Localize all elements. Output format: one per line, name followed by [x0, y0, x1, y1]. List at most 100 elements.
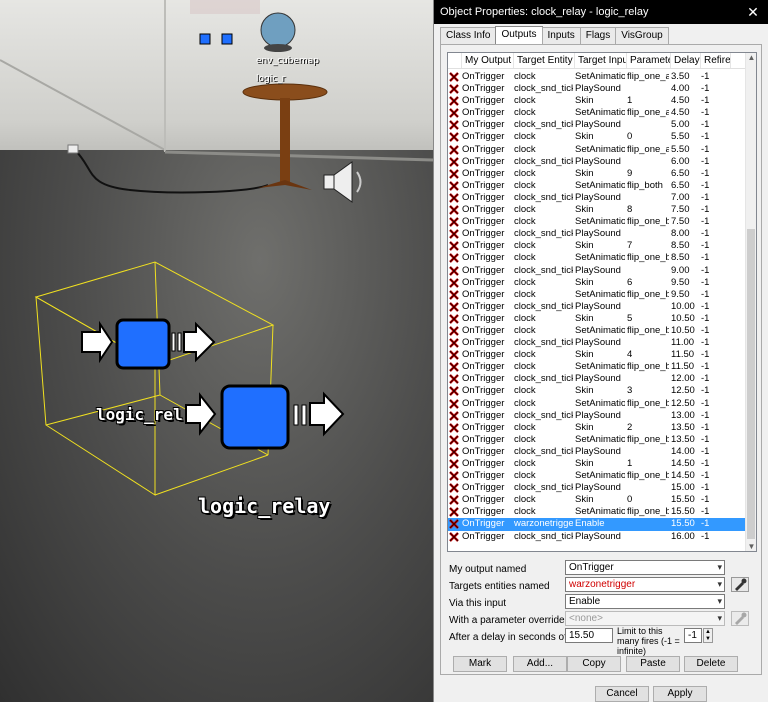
table-row[interactable]: OnTrigger clock_snd_tick PlaySound 13.00 -1: [448, 410, 746, 422]
table-row[interactable]: OnTrigger clock_snd_tick PlaySound 8.00 -1: [448, 228, 746, 240]
scroll-up-icon[interactable]: ▲: [746, 53, 756, 62]
table-row[interactable]: OnTrigger clock_snd_tick PlaySound 10.00 -1: [448, 301, 746, 313]
tab-flags[interactable]: Flags: [579, 27, 617, 44]
hammer-3d-viewport[interactable]: logic_rel logic_relay env_cubemap logic_…: [0, 0, 433, 702]
table-row[interactable]: OnTrigger clock SetAnimationflip_one_b12.5…: [448, 398, 746, 410]
eyedropper-disabled-icon[interactable]: [731, 611, 749, 626]
table-row[interactable]: OnTrigger clock Skin 1 4.50 -1: [448, 95, 746, 107]
table-row[interactable]: OnTrigger clock Skin 9 6.50 -1: [448, 168, 746, 180]
table-row[interactable]: OnTrigger clock SetAnimationflip_one_b9.50…: [448, 289, 746, 301]
copy-button[interactable]: Copy: [567, 656, 621, 672]
table-row[interactable]: OnTrigger clock_snd_tick PlaySound 15.00 -1: [448, 482, 746, 494]
invalid-target-icon: [448, 252, 460, 264]
invalid-target-icon: [448, 518, 460, 530]
scroll-down-icon[interactable]: ▼: [746, 542, 756, 551]
cell-refires: -1: [701, 312, 710, 324]
cancel-button[interactable]: Cancel: [595, 686, 649, 702]
cell-refires: -1: [701, 264, 710, 276]
table-row[interactable]: OnTrigger clock_snd_tick PlaySound 11.00 -1: [448, 337, 746, 349]
scroll-thumb[interactable]: [747, 229, 755, 539]
delay-input[interactable]: 15.50: [565, 628, 613, 643]
table-row[interactable]: OnTrigger clock Skin 2 13.50 -1: [448, 422, 746, 434]
table-row[interactable]: OnTrigger clock Skin 8 7.50 -1: [448, 204, 746, 216]
delete-button[interactable]: Delete: [684, 656, 738, 672]
outputs-list[interactable]: My Output > Target Entity Target Input P…: [447, 52, 757, 552]
output-combo[interactable]: OnTrigger ▾: [565, 560, 725, 575]
close-icon[interactable]: ✕: [738, 4, 768, 21]
header-delay[interactable]: Delay: [671, 53, 701, 68]
table-row[interactable]: OnTrigger clock SetAnimationflip_one_b13.5…: [448, 434, 746, 446]
tab-class-info[interactable]: Class Info: [440, 27, 497, 44]
table-row[interactable]: OnTrigger clock SetAnimationflip_one_b11.5…: [448, 361, 746, 373]
paste-button[interactable]: Paste: [626, 656, 680, 672]
table-row[interactable]: OnTrigger clock Skin 6 9.50 -1: [448, 277, 746, 289]
input-combo[interactable]: Enable ▾: [565, 594, 725, 609]
table-row[interactable]: OnTrigger clock SetAnimationflip_one_a3.50…: [448, 71, 746, 83]
tab-outputs[interactable]: Outputs: [495, 26, 543, 44]
invalid-target-icon: [448, 373, 460, 385]
add-button[interactable]: Add...: [513, 656, 567, 672]
table-row[interactable]: OnTrigger clock_snd_tick PlaySound 12.00 -1: [448, 373, 746, 385]
cell-delay: 13.50: [671, 433, 695, 445]
table-row[interactable]: OnTrigger clock SetAnimationflip_one_b7.50…: [448, 216, 746, 228]
header-refires[interactable]: Refires: [701, 53, 731, 68]
table-row[interactable]: OnTrigger clock_snd_tick PlaySound 7.00 -1: [448, 192, 746, 204]
table-row[interactable]: OnTrigger clock SetAnimationflip_one_a5.50…: [448, 144, 746, 156]
table-row[interactable]: OnTrigger clock_snd_tick PlaySound 6.00 -1: [448, 156, 746, 168]
table-row[interactable]: OnTrigger warzonetrigger Enable 15.50 -1: [448, 518, 746, 531]
param-combo[interactable]: <none> ▾: [565, 611, 725, 626]
cell-output: OnTrigger: [462, 204, 505, 216]
tab-inputs[interactable]: Inputs: [541, 27, 581, 44]
invalid-target-icon: [448, 349, 460, 361]
cell-output: OnTrigger: [462, 482, 505, 494]
table-row[interactable]: OnTrigger clock Skin 1 14.50 -1: [448, 458, 746, 470]
limit-input[interactable]: -1: [684, 628, 702, 643]
input-value: Enable: [569, 596, 601, 607]
apply-button[interactable]: Apply: [653, 686, 707, 702]
cell-output: OnTrigger: [462, 397, 505, 409]
cell-output: OnTrigger: [462, 167, 505, 179]
table-row[interactable]: OnTrigger clock SetAnimationflip_one_b14.5…: [448, 470, 746, 482]
header-target-input[interactable]: Target Input: [575, 53, 627, 68]
table-row[interactable]: OnTrigger clock_snd_tick PlaySound 4.00 -1: [448, 83, 746, 95]
cell-target-entity: clock: [514, 107, 536, 119]
table-row[interactable]: OnTrigger clock Skin 5 10.50 -1: [448, 313, 746, 325]
table-row[interactable]: OnTrigger clock SetAnimationflip_one_a4.50…: [448, 107, 746, 119]
cell-refires: -1: [701, 482, 710, 494]
cell-target-entity: clock: [514, 131, 536, 143]
eyedropper-icon[interactable]: [731, 577, 749, 592]
table-row[interactable]: OnTrigger clock_snd_tick PlaySound 5.00 -1: [448, 119, 746, 131]
table-row[interactable]: OnTrigger clock SetAnimationflip_both 6.50-…: [448, 180, 746, 192]
cell-target-input: PlaySound: [575, 191, 621, 203]
table-row[interactable]: OnTrigger clock_snd_tick PlaySound 9.00 -1: [448, 265, 746, 277]
header-icon-col: [448, 53, 462, 68]
cell-target-input: Skin: [575, 385, 594, 397]
target-combo[interactable]: warzonetrigger ▾: [565, 577, 725, 592]
cell-delay: 5.00: [671, 119, 690, 131]
table-row[interactable]: OnTrigger clock Skin 0 5.50 -1: [448, 131, 746, 143]
header-target-entity[interactable]: Target Entity: [514, 53, 575, 68]
cell-target-entity: clock_snd_tick: [514, 300, 573, 312]
cell-target-entity: clock: [514, 361, 536, 373]
mark-button[interactable]: Mark: [453, 656, 507, 672]
table-row[interactable]: OnTrigger clock Skin 7 8.50 -1: [448, 240, 746, 252]
limit-label: Limit to this many fires (-1 = infinite): [617, 626, 680, 656]
cell-target-entity: clock: [514, 252, 536, 264]
table-row[interactable]: OnTrigger clock Skin 0 15.50 -1: [448, 494, 746, 506]
title-bar[interactable]: Object Properties: clock_relay - logic_r…: [434, 0, 768, 24]
tab-visgroup[interactable]: VisGroup: [615, 27, 669, 44]
table-row[interactable]: OnTrigger clock Skin 3 12.50 -1: [448, 385, 746, 397]
table-row[interactable]: OnTrigger clock SetAnimationflip_one_b15.5…: [448, 506, 746, 518]
table-row[interactable]: OnTrigger clock Skin 4 11.50 -1: [448, 349, 746, 361]
cell-delay: 11.00: [671, 337, 695, 349]
cell-output: OnTrigger: [462, 494, 505, 506]
limit-spinner[interactable]: ▲ ▼: [703, 628, 713, 643]
table-row[interactable]: OnTrigger clock_snd_tick PlaySound 16.00 -1: [448, 531, 746, 543]
table-row[interactable]: OnTrigger clock SetAnimationflip_one_b8.50…: [448, 252, 746, 264]
header-my-output[interactable]: My Output >: [462, 53, 514, 68]
cell-parameter: 9: [627, 167, 633, 179]
outputs-scrollbar[interactable]: ▲ ▼: [745, 53, 756, 551]
header-parameter[interactable]: Parameter: [627, 53, 671, 68]
table-row[interactable]: OnTrigger clock_snd_tick PlaySound 14.00 -1: [448, 446, 746, 458]
table-row[interactable]: OnTrigger clock SetAnimationflip_one_b10.5…: [448, 325, 746, 337]
